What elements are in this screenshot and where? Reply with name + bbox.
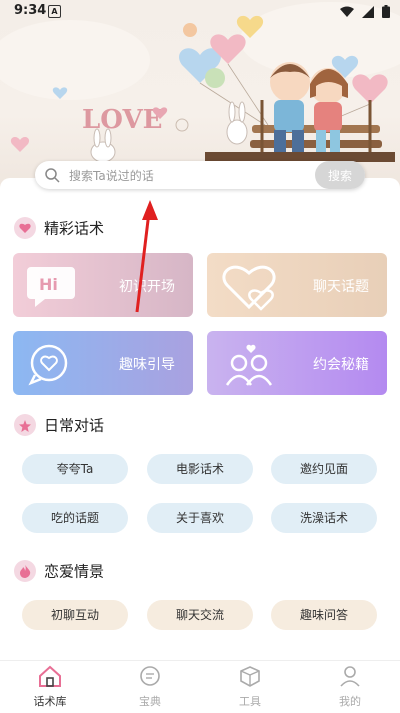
status-time: 9:34 [14, 3, 47, 18]
nav-item-tools[interactable]: 工具 [210, 665, 290, 709]
star-icon [14, 414, 36, 436]
nav-item-library[interactable]: 话术库 [10, 665, 90, 709]
search-button[interactable]: 搜索 [315, 161, 365, 189]
banner-love-text: LOVE [82, 105, 162, 135]
heart-icon [14, 217, 36, 239]
chat-icon [140, 666, 160, 686]
card-date-tips[interactable]: 约会秘籍 [207, 331, 387, 395]
couple-icon [225, 344, 273, 386]
flame-icon [14, 560, 36, 582]
box-icon [240, 666, 260, 687]
wifi-icon [339, 6, 354, 17]
home-icon [39, 665, 61, 687]
section-title-romance: 恋爱情景 [14, 560, 104, 582]
hearts-icon [222, 265, 276, 311]
nav-item-profile[interactable]: 我的 [310, 665, 390, 709]
section-title-daily: 日常对话 [14, 414, 104, 436]
tag-praise[interactable]: 夸夸Ta [22, 454, 128, 484]
nav-item-guide[interactable]: 宝典 [110, 665, 190, 709]
tag-bath[interactable]: 洗澡话术 [271, 503, 377, 533]
card-fun-guide[interactable]: 趣味引导 [13, 331, 193, 395]
tag-chat-exchange[interactable]: 聊天交流 [147, 600, 253, 630]
heart-bubble-icon [28, 344, 68, 386]
status-bar: 9:34 A [0, 0, 400, 24]
tag-fun-qa[interactable]: 趣味问答 [271, 600, 377, 630]
search-input[interactable] [67, 165, 291, 187]
svg-text:Hi: Hi [39, 275, 58, 294]
tag-food[interactable]: 吃的话题 [22, 503, 128, 533]
card-label: 初识开场 [119, 279, 175, 295]
tag-invite[interactable]: 邀约见面 [271, 454, 377, 484]
card-label: 聊天话题 [313, 279, 369, 295]
card-first-meet[interactable]: Hi 初识开场 [13, 253, 193, 317]
notification-icon: A [48, 5, 61, 18]
hi-icon: Hi [27, 267, 75, 307]
card-chat-topics[interactable]: 聊天话题 [207, 253, 387, 317]
card-label: 趣味引导 [119, 357, 175, 373]
search-icon [45, 168, 60, 183]
tag-first-chat[interactable]: 初聊互动 [22, 600, 128, 630]
signal-icon [361, 5, 374, 18]
user-icon [340, 666, 360, 687]
battery-icon [382, 5, 390, 18]
tag-movie[interactable]: 电影话术 [147, 454, 253, 484]
search-bar: 搜索 [35, 161, 365, 189]
section-title-featured: 精彩话术 [14, 217, 104, 239]
status-icons [336, 4, 390, 19]
card-label: 约会秘籍 [313, 357, 369, 373]
bottom-nav: 话术库 宝典 工具 我的 [0, 660, 400, 713]
tag-like[interactable]: 关于喜欢 [147, 503, 253, 533]
